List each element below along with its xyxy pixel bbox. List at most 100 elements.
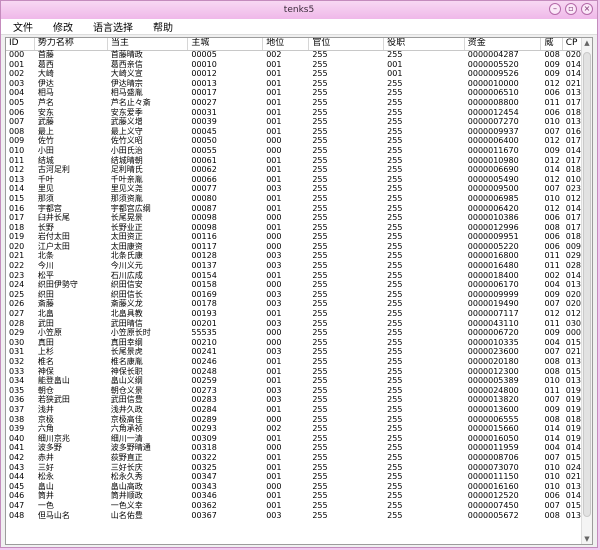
- column-header[interactable]: 资金: [465, 38, 542, 50]
- table-row[interactable]: 017 臼井长尾 长尾晃景 00098 000 255 255 0000010386 006 01…: [6, 213, 582, 223]
- table-row[interactable]: 044 松永 松永久秀 00347 001 255 255 0000011150 010 021: [6, 472, 582, 482]
- vertical-scrollbar[interactable]: ▲ ▼: [581, 38, 592, 544]
- column-header[interactable]: CP: [563, 38, 583, 50]
- table-row[interactable]: 042 赤井 荻野直正 00322 001 255 255 0000008706 007 015: [6, 453, 582, 463]
- table-row[interactable]: 046 筒井 筒井顺政 00346 001 255 255 0000012520 006 014: [6, 491, 582, 501]
- scroll-up-icon[interactable]: ▲: [582, 38, 592, 48]
- scroll-thumb[interactable]: [583, 52, 591, 517]
- table-row[interactable]: 036 若狭武田 武田信豊 00283 003 255 255 0000013820 007 01…: [6, 395, 582, 405]
- table-cell: 0000009937: [467, 126, 519, 136]
- table-cell: 021: [565, 78, 582, 88]
- table-cell: 033: [9, 366, 25, 376]
- menu-language[interactable]: 语言选择: [91, 19, 135, 34]
- table-row[interactable]: 032 椎名 椎名康胤 00246 001 255 255 0000020180 008 013: [6, 357, 582, 367]
- table-row[interactable]: 045 畠山 畠山高政 00343 000 255 255 0000016160 010 013: [6, 482, 582, 492]
- table-cell: 北条: [37, 251, 54, 261]
- table-cell: 00318: [191, 443, 217, 453]
- table-row[interactable]: 047 一色 一色义幸 00362 001 255 255 0000007450 007 015: [6, 501, 582, 511]
- table-cell: 00154: [191, 270, 217, 280]
- table-row[interactable]: 001 葛西 葛西亲信 00010 001 255 001 0000005520 009 014: [6, 60, 582, 70]
- table-row[interactable]: 035 朝仓 朝仓义景 00273 003 255 255 0000024800 011 019: [6, 386, 582, 396]
- table-cell: 00343: [191, 481, 217, 491]
- table-row[interactable]: 010 小田 小田氏治 00055 000 255 255 0000011670 009 014: [6, 146, 582, 156]
- table-cell: 00289: [191, 414, 217, 424]
- table-row[interactable]: 041 波多野 波多野晴通 00318 000 255 255 0000011959 004 01…: [6, 443, 582, 453]
- column-header[interactable]: 官位: [309, 38, 385, 50]
- table-row[interactable]: 025 织田 织田信长 00169 003 255 255 0000009999 009 020: [6, 290, 582, 300]
- table-cell: 019: [565, 385, 582, 395]
- column-header[interactable]: 当主: [108, 38, 189, 50]
- table-row[interactable]: 038 京极 京极高佳 00289 000 255 255 0000006555 008 018: [6, 415, 582, 425]
- table-row[interactable]: 000 首藤 首藤晴政 00005 002 255 255 0000004287 008 020: [6, 50, 582, 60]
- table-cell: 255: [312, 385, 328, 395]
- table-row[interactable]: 026 斎藤 斎藤义龙 00178 003 255 255 0000019490 007 020: [6, 299, 582, 309]
- table-row[interactable]: 015 那须 那须资胤 00080 001 255 255 0000006985 010 012: [6, 194, 582, 204]
- table-cell: 021: [9, 251, 25, 261]
- table-row[interactable]: 022 今川 今川义元 00137 003 255 255 0000016480 011 028: [6, 261, 582, 271]
- table-row[interactable]: 027 北畠 北畠具教 00193 001 255 255 0000007117 012 012: [6, 309, 582, 319]
- table-row[interactable]: 013 千叶 千叶亲胤 00066 001 255 255 0000005490 012 010: [6, 175, 582, 185]
- table-cell: 003: [9, 78, 25, 88]
- table-row[interactable]: 021 北条 北条氏康 00128 003 255 255 0000016800 011 029: [6, 251, 582, 261]
- table-row[interactable]: 008 最上 最上义守 00045 001 255 255 0000009937 007 016: [6, 127, 582, 137]
- table-row[interactable]: 023 松平 石川広成 00154 001 255 255 0000018400 002 014: [6, 271, 582, 281]
- table-row[interactable]: 004 相马 相马盛胤 00017 001 255 255 0000006510 006 013: [6, 88, 582, 98]
- scroll-down-icon[interactable]: ▼: [582, 534, 592, 544]
- table-row[interactable]: 014 里见 里见义尧 00077 003 255 255 0000009500 007 023: [6, 184, 582, 194]
- faction-list[interactable]: ID 势力名称 当主 主城 地位 官位 役职 资金威 CP 000 首藤 首藤晴政 00005 002 2…: [5, 37, 593, 545]
- table-row[interactable]: 005 芦名 芦名止々斎 00027 001 255 255 0000008800 011 017: [6, 98, 582, 108]
- table-row[interactable]: 019 岩付太田 太田资正 00116 000 255 255 0000009951 006 01…: [6, 232, 582, 242]
- table-cell: 255: [387, 251, 403, 261]
- table-cell: 001: [266, 78, 282, 88]
- table-cell: 神保长职: [110, 366, 143, 376]
- table-cell: 001: [266, 69, 282, 79]
- table-row[interactable]: 034 能登畠山 畠山义纲 00259 001 255 255 0000005389 010 01…: [6, 376, 582, 386]
- table-row[interactable]: 007 武藤 武藤义增 00039 001 255 255 0000007270 010 013: [6, 117, 582, 127]
- table-row[interactable]: 048 但马山名 山名佑豊 00367 003 255 255 0000005672 008 01…: [6, 511, 582, 521]
- column-header[interactable]: 役职: [384, 38, 465, 50]
- column-header[interactable]: 威: [541, 38, 563, 50]
- table-cell: 00248: [191, 366, 217, 376]
- title-bar[interactable]: tenks5 – ▫ ×: [1, 1, 597, 19]
- table-row[interactable]: 033 神保 神保长职 00248 001 255 255 0000012300 008 015: [6, 367, 582, 377]
- table-cell: 00193: [191, 309, 217, 319]
- table-cell: 255: [312, 174, 328, 184]
- table-cell: 朝仓: [37, 385, 54, 395]
- table-cell: 0000024800: [467, 385, 519, 395]
- table-cell: 00098: [191, 213, 217, 223]
- table-cell: 255: [387, 107, 403, 117]
- table-row[interactable]: 030 真田 真田幸纲 00210 000 255 255 0000010335 004 015: [6, 338, 582, 348]
- table-row[interactable]: 029 小笠原 小笠原长时 55535 000 255 255 0000006720 009 00…: [6, 328, 582, 338]
- close-icon[interactable]: ×: [581, 3, 593, 15]
- table-row[interactable]: 012 古河足利 足利晴氏 00062 001 255 255 0000006690 014 01…: [6, 165, 582, 175]
- table-row[interactable]: 039 六角 六角承祯 00293 002 255 255 0000015660 014 019: [6, 424, 582, 434]
- table-row[interactable]: 020 江户太田 太田康资 00117 000 255 255 0000005220 006 00…: [6, 242, 582, 252]
- column-header[interactable]: ID: [6, 38, 35, 50]
- table-cell: 006: [9, 107, 25, 117]
- table-row[interactable]: 031 上杉 长尾景虎 00241 003 255 255 0000023600 007 021: [6, 347, 582, 357]
- table-row[interactable]: 016 宇都宫 宇都宫広纲 00087 001 255 255 0000006420 012 01…: [6, 204, 582, 214]
- table-row[interactable]: 002 大崎 大崎义宣 00012 001 255 001 0000009526 009 014: [6, 69, 582, 79]
- table-row[interactable]: 006 安东 安东爱季 00031 001 255 255 0000012454 006 018: [6, 108, 582, 118]
- table-cell: 细川京兆: [37, 433, 70, 443]
- menu-file[interactable]: 文件: [11, 19, 35, 34]
- table-cell: 255: [312, 184, 328, 194]
- column-header[interactable]: 地位: [263, 38, 310, 50]
- table-cell: 0000006420: [467, 203, 519, 213]
- maximize-icon[interactable]: ▫: [565, 3, 577, 15]
- minimize-icon[interactable]: –: [549, 3, 561, 15]
- menu-help[interactable]: 帮助: [151, 19, 175, 34]
- table-row[interactable]: 037 浅井 浅井久政 00284 001 255 255 0000013600 009 019: [6, 405, 582, 415]
- table-row[interactable]: 043 三好 三好长庆 00325 001 255 255 0000073070 010 024: [6, 463, 582, 473]
- table-row[interactable]: 040 细川京兆 细川一清 00309 001 255 255 0000016050 014 01…: [6, 434, 582, 444]
- menu-edit[interactable]: 修改: [51, 19, 75, 34]
- table-row[interactable]: 009 佐竹 佐竹义昭 00050 000 255 255 0000006400 012 017: [6, 136, 582, 146]
- column-header[interactable]: 势力名称: [35, 38, 108, 50]
- table-row[interactable]: 028 武田 武田晴信 00201 003 255 255 0000043110 011 030: [6, 319, 582, 329]
- table-row[interactable]: 003 伊达 伊达晴宗 00013 001 255 255 0000010000 012 021: [6, 79, 582, 89]
- table-row[interactable]: 011 结城 结城晴朝 00061 001 255 255 0000010980 012 017: [6, 156, 582, 166]
- table-row[interactable]: 018 长野 长野业正 00098 001 255 255 0000012996 008 017: [6, 223, 582, 233]
- column-header[interactable]: 主城: [188, 38, 264, 50]
- table-cell: 255: [312, 433, 328, 443]
- table-row[interactable]: 024 织田伊勢守 织田信安 00158 000 255 255 0000006170 004 0…: [6, 280, 582, 290]
